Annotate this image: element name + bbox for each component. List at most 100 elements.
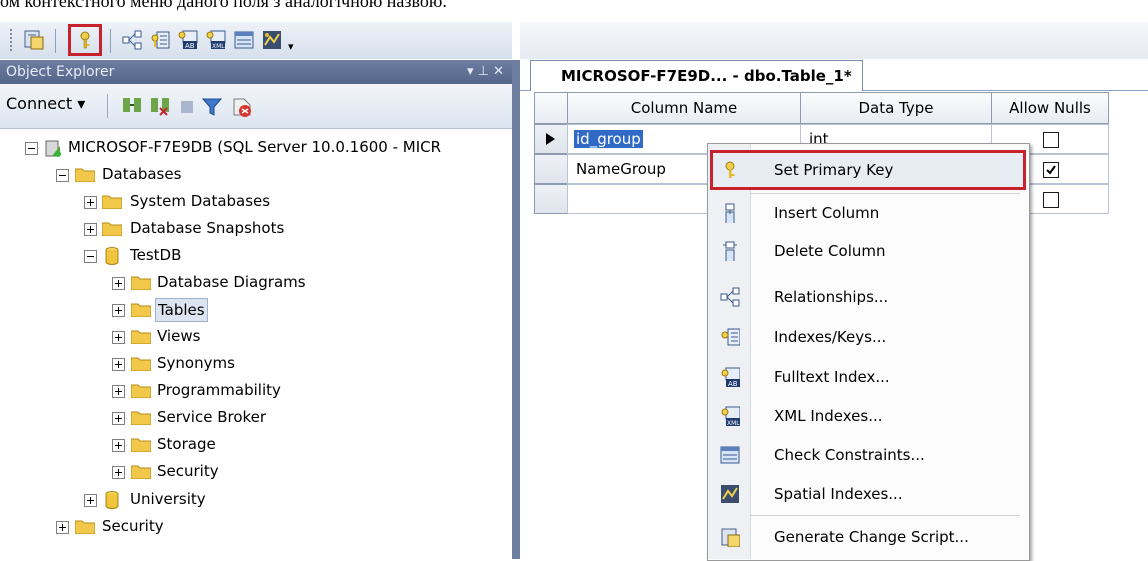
tree-node-server[interactable]: MICROSOF-F7E9DB (SQL Server 10.0.1600 - … [0,134,512,161]
fulltext-index-icon[interactable]: AB [176,28,200,52]
folder-icon [131,465,151,479]
stop-icon[interactable] [180,100,194,114]
indexes-keys-icon[interactable] [148,28,172,52]
check-constraints-icon[interactable] [232,28,256,52]
tree-node-label: Programmability [157,381,281,399]
menu-item-generate-change-script[interactable]: Generate Change Script... [708,518,1026,556]
menu-item-label: Delete Column [774,242,886,260]
column-header-nulls[interactable]: Allow Nulls [991,92,1109,124]
current-row-icon [546,133,555,145]
row-selector[interactable] [534,124,568,154]
row-selector[interactable] [534,184,568,214]
toolbar-separator [107,94,108,118]
row-selector[interactable] [534,154,568,184]
expand-icon[interactable] [56,521,69,534]
column-header-type[interactable]: Data Type [800,92,992,124]
column-header-name[interactable]: Column Name [567,92,801,124]
allow-nulls-checkbox[interactable] [1043,132,1059,148]
menu-item-indexes-keys[interactable]: Indexes/Keys... [708,318,1026,356]
tree-node-label: Views [157,327,201,345]
expand-icon[interactable] [84,494,97,507]
checkmark-icon [1046,165,1056,175]
menu-item-label: Set Primary Key [774,161,894,179]
object-explorer-toolbar: Connect ▾ [0,84,512,129]
folder-icon [131,438,151,452]
folder-icon [131,411,151,425]
menu-item-label: Insert Column [774,204,880,222]
svg-text:AB: AB [185,42,195,50]
insert-column-icon [725,203,735,223]
tree-node-label: Synonyms [157,354,235,372]
tree-node-label: Security [157,462,219,480]
collapse-icon[interactable] [25,142,38,155]
menu-item-relationships[interactable]: Relationships... [708,278,1026,316]
database-icon [105,247,119,265]
primary-key-icon [80,31,90,49]
folder-icon [131,303,151,317]
tree-node-label: Security [102,517,164,535]
tree-node-label-selected: Tables [155,298,208,322]
object-explorer-title: Object Explorer [6,64,115,80]
tree-node-label: Database Snapshots [130,219,285,237]
menu-item-label: XML Indexes... [774,407,883,425]
expand-icon[interactable] [112,439,125,452]
menu-item-set-primary-key[interactable]: Set Primary Key [708,151,1026,189]
expand-icon[interactable] [112,385,125,398]
toolbar-grip[interactable] [10,29,15,51]
register-server-icon[interactable] [122,96,144,116]
tree-node-label: Databases [102,165,182,183]
collapse-icon[interactable] [84,250,97,263]
menu-item-fulltext-index[interactable]: AB Fulltext Index... [708,358,1026,396]
fulltext-index-icon: AB [721,367,740,387]
xml-indexes-icon: XML [721,406,740,426]
refresh-icon[interactable] [230,95,254,119]
menu-item-insert-column[interactable]: Insert Column [708,194,1026,232]
tree-node-label: TestDB [130,246,182,264]
folder-icon [102,195,122,209]
menu-item-spatial-indexes[interactable]: Spatial Indexes... [708,475,1026,513]
panel-splitter[interactable] [512,60,520,559]
menu-item-delete-column[interactable]: Delete Column [708,232,1026,270]
document-caption: ом контекстного меню даного поля з анало… [0,0,447,11]
xml-indexes-icon[interactable]: XML [204,28,228,52]
menu-separator [750,515,1020,516]
toolbar-overflow-icon[interactable]: ▾ [288,40,294,53]
svg-text:XML: XML [727,420,740,426]
menu-item-xml-indexes[interactable]: XML XML Indexes... [708,397,1026,435]
menu-item-label: Fulltext Index... [774,368,890,386]
expand-icon[interactable] [112,412,125,425]
menu-item-label: Check Constraints... [774,446,925,464]
object-explorer-header: Object Explorer ▾ ⊥ ✕ [0,60,512,84]
tree-node-label: System Databases [130,192,271,210]
tree-node-label: University [130,490,206,508]
folder-icon [131,384,151,398]
expand-icon[interactable] [112,277,125,290]
expand-icon[interactable] [84,223,97,236]
relationships-icon[interactable] [120,28,144,52]
allow-nulls-checkbox-checked[interactable] [1043,162,1059,178]
disconnect-icon[interactable] [150,96,172,116]
connect-button[interactable]: Connect ▾ [6,94,85,113]
folder-icon [131,276,151,290]
check-constraints-icon [720,446,740,464]
allow-nulls-checkbox[interactable] [1043,192,1059,208]
indexes-keys-icon [721,328,740,346]
spatial-indexes-icon[interactable] [260,28,284,52]
folder-icon [131,330,151,344]
expand-icon[interactable] [112,466,125,479]
expand-icon[interactable] [112,331,125,344]
panel-controls[interactable]: ▾ ⊥ ✕ [467,60,504,84]
menu-item-label: Indexes/Keys... [774,328,887,346]
menu-item-check-constraints[interactable]: Check Constraints... [708,436,1026,474]
tab-table-designer[interactable]: MICROSOF-F7E9D... - dbo.Table_1* [530,60,863,91]
server-icon [45,140,61,157]
expand-icon[interactable] [84,196,97,209]
expand-icon[interactable] [112,304,125,317]
filter-icon[interactable] [202,97,222,117]
generate-script-icon[interactable] [22,28,46,52]
expand-icon[interactable] [112,358,125,371]
set-primary-key-button[interactable] [68,24,102,56]
spatial-indexes-icon [721,485,739,503]
collapse-icon[interactable] [56,169,69,182]
column-name-value[interactable]: id_group [574,130,643,148]
